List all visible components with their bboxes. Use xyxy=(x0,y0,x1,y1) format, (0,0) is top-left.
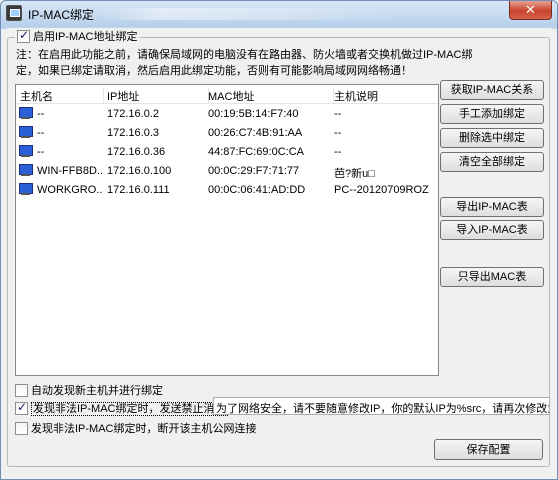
row-desc: PC--20120709ROZ xyxy=(334,184,429,196)
client-area: 启用IP-MAC地址绑定 注：在启用此功能之前，请确保局域网的电脑没有在路由器、… xyxy=(7,28,551,474)
table-row[interactable]: -- 172.16.0.36 44:87:FC:69:0C:CA -- xyxy=(16,143,438,162)
row-ip: 172.16.0.100 xyxy=(107,165,172,177)
table-row[interactable]: WORKGRO... 172.16.0.111 00:0C:06:41:AD:D… xyxy=(16,181,438,200)
column-header-host[interactable]: 主机名 xyxy=(20,88,104,103)
ip-mac-list[interactable]: 主机名 IP地址 MAC地址 主机说明 -- 172.16.0.2 00:19:… xyxy=(15,84,439,376)
window-title: IP-MAC绑定 xyxy=(28,8,95,22)
column-header-desc[interactable]: 主机说明 xyxy=(334,88,438,103)
column-header-ip[interactable]: IP地址 xyxy=(107,88,209,103)
row-mac: 44:87:FC:69:0C:CA xyxy=(208,146,304,158)
clear-all-button[interactable]: 清空全部绑定 xyxy=(440,152,544,172)
computer-icon xyxy=(19,164,33,177)
get-ip-mac-button[interactable]: 获取IP-MAC关系 xyxy=(440,80,544,100)
delete-selected-button[interactable]: 删除选中绑定 xyxy=(440,128,544,148)
title-bar[interactable]: IP-MAC绑定 ✕ xyxy=(1,1,557,27)
computer-icon xyxy=(19,126,33,139)
app-icon xyxy=(6,5,22,21)
send-block-label: 发现非法IP-MAC绑定时，发送禁止消息 xyxy=(31,402,228,416)
note-line-2: 定，如果已绑定请取消，然后启用此绑定功能，否则有可能影响局域网网络畅通！ xyxy=(16,65,412,77)
row-host: -- xyxy=(37,108,45,120)
warning-note: 注：在启用此功能之前，请确保局域网的电脑没有在路由器、防火墙或者交换机做过IP-… xyxy=(16,47,546,79)
column-header-mac[interactable]: MAC地址 xyxy=(208,88,334,103)
title-bar-blur xyxy=(101,8,401,20)
row-mac: 00:19:5B:14:F7:40 xyxy=(208,108,299,120)
table-row[interactable]: WIN-FFB8D... 172.16.0.100 00:0C:29:F7:71… xyxy=(16,162,438,181)
save-config-button[interactable]: 保存配置 xyxy=(434,439,543,460)
export-mac-only-button[interactable]: 只导出MAC表 xyxy=(440,267,544,287)
enable-binding-label: 启用IP-MAC地址绑定 xyxy=(33,31,138,43)
row-ip: 172.16.0.3 xyxy=(107,127,159,139)
row-ip: 172.16.0.2 xyxy=(107,108,159,120)
auto-bind-option[interactable]: 自动发现新主机并进行绑定 xyxy=(15,382,163,398)
row-mac: 00:26:C7:4B:91:AA xyxy=(208,127,303,139)
computer-icon xyxy=(19,145,33,158)
auto-bind-label: 自动发现新主机并进行绑定 xyxy=(31,385,163,397)
enable-binding-checkbox-row[interactable]: 启用IP-MAC地址绑定 xyxy=(15,28,140,44)
table-row[interactable]: -- 172.16.0.2 00:19:5B:14:F7:40 -- xyxy=(16,105,438,124)
row-desc: -- xyxy=(334,146,342,158)
row-desc: -- xyxy=(334,108,342,120)
import-ip-mac-button[interactable]: 导入IP-MAC表 xyxy=(440,220,544,240)
row-host: WIN-FFB8D... xyxy=(37,165,102,177)
table-row[interactable]: -- 172.16.0.3 00:26:C7:4B:91:AA -- xyxy=(16,124,438,143)
row-mac: 00:0C:29:F7:71:77 xyxy=(208,165,300,177)
computer-icon xyxy=(19,183,33,196)
block-message-input[interactable]: 为了网络安全，请不要随意修改IP，你的默认IP为%src，请再次修改为默 xyxy=(213,397,550,415)
close-button[interactable]: ✕ xyxy=(509,1,552,20)
manual-add-button[interactable]: 手工添加绑定 xyxy=(440,104,544,124)
ip-mac-window: IP-MAC绑定 ✕ 启用IP-MAC地址绑定 注：在启用此功能之前，请确保局域… xyxy=(0,0,558,480)
row-mac: 00:0C:06:41:AD:DD xyxy=(208,184,306,196)
disconnect-checkbox[interactable] xyxy=(15,421,28,435)
row-host: -- xyxy=(37,127,45,139)
export-ip-mac-button[interactable]: 导出IP-MAC表 xyxy=(440,197,544,217)
enable-binding-checkbox[interactable] xyxy=(17,28,30,43)
list-header: 主机名 IP地址 MAC地址 主机说明 xyxy=(16,85,438,104)
auto-bind-checkbox[interactable] xyxy=(15,383,28,397)
disconnect-option[interactable]: 发现非法IP-MAC绑定时，断开该主机公网连接 xyxy=(15,420,257,436)
row-ip: 172.16.0.111 xyxy=(107,184,170,196)
row-desc: 芭?新u□ xyxy=(334,168,375,180)
disconnect-label: 发现非法IP-MAC绑定时，断开该主机公网连接 xyxy=(31,423,257,435)
row-host: WORKGRO... xyxy=(37,184,102,196)
row-desc: -- xyxy=(334,127,342,139)
note-line-1: 注：在启用此功能之前，请确保局域网的电脑没有在路由器、防火墙或者交换机做过IP-… xyxy=(16,49,473,61)
send-block-checkbox[interactable] xyxy=(15,400,28,415)
row-ip: 172.16.0.36 xyxy=(107,146,166,158)
row-host: -- xyxy=(37,146,45,158)
computer-icon xyxy=(19,107,33,120)
send-block-option[interactable]: 发现非法IP-MAC绑定时，发送禁止消息 xyxy=(15,400,228,416)
